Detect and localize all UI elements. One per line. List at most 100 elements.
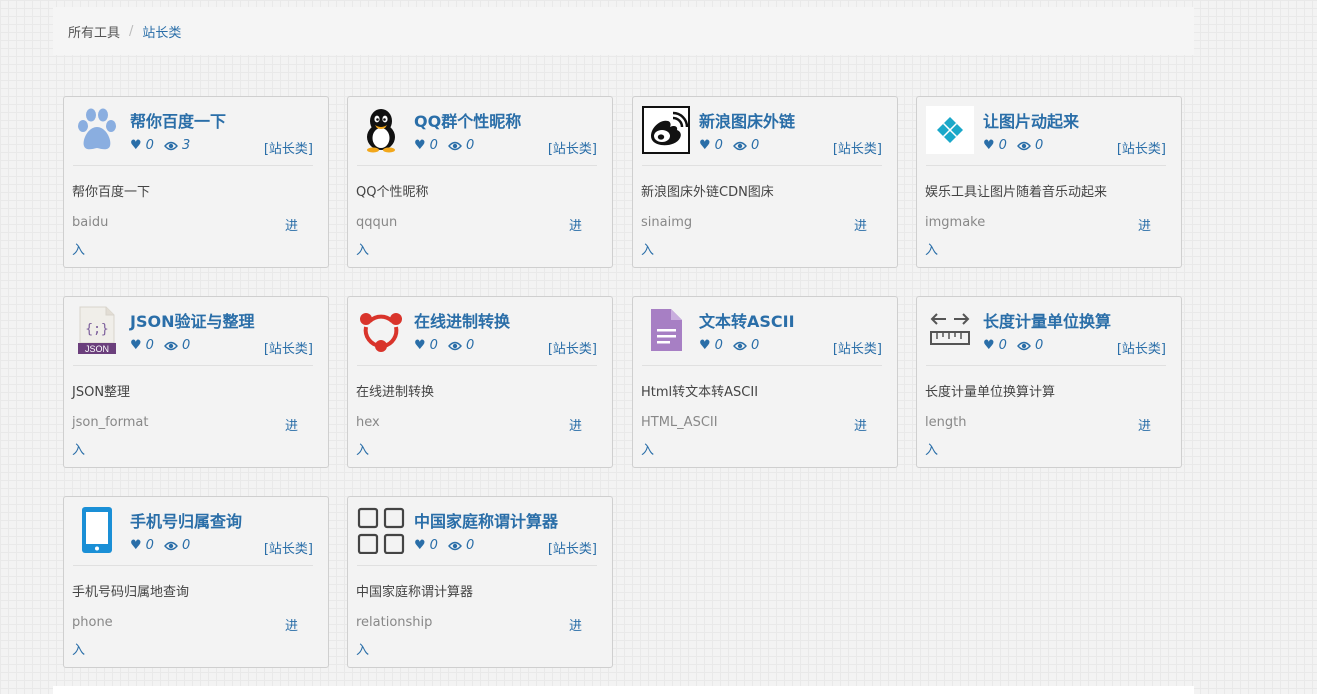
- tool-stats: ♥ 0 0: [130, 338, 190, 353]
- enter-button[interactable]: 进入: [72, 215, 298, 258]
- heart-icon: ♥: [983, 338, 995, 353]
- category-badge[interactable]: [站长类]: [548, 538, 597, 557]
- heart-icon: ♥: [699, 138, 711, 153]
- tool-stats: ♥ 0 0: [130, 538, 190, 553]
- like-count: 0: [145, 538, 154, 553]
- category-badge[interactable]: [站长类]: [548, 338, 597, 357]
- like-count: 0: [145, 338, 154, 353]
- tool-stats: ♥ 0 0: [414, 138, 474, 153]
- enter-label-2: 入: [925, 443, 939, 458]
- view-count: 0: [1034, 338, 1044, 353]
- tool-card-json-format: {;} JSON JSON验证与整理 ♥ 0 0 [站长类] JSON整理 js…: [63, 296, 329, 468]
- view-count: 0: [465, 538, 475, 553]
- mobile-phone-icon[interactable]: [73, 506, 121, 554]
- enter-button[interactable]: 进入: [356, 615, 582, 658]
- diamond-icon[interactable]: [926, 106, 974, 154]
- heart-icon: ♥: [699, 338, 711, 353]
- json-label: JSON: [85, 344, 109, 354]
- like-count: 0: [714, 338, 723, 353]
- heart-icon: ♥: [414, 338, 426, 353]
- divider: [642, 165, 882, 166]
- tool-card-relationship: 中国家庭称谓计算器 ♥ 0 0 [站长类] 中国家庭称谓计算器 relation…: [347, 496, 613, 668]
- weibo-icon[interactable]: [642, 106, 690, 154]
- enter-button[interactable]: 进入: [72, 615, 298, 658]
- category-badge[interactable]: [站长类]: [264, 338, 313, 357]
- divider: [73, 565, 313, 566]
- tool-description: JSON整理: [72, 385, 131, 400]
- tool-title[interactable]: 中国家庭称谓计算器: [414, 508, 558, 532]
- category-badge[interactable]: [站长类]: [833, 338, 882, 357]
- tool-title[interactable]: 文本转ASCII: [699, 308, 795, 332]
- view-count: 0: [750, 138, 760, 153]
- eye-icon: [733, 341, 747, 351]
- breadcrumb-all-tools[interactable]: 所有工具: [68, 22, 120, 41]
- heart-icon: ♥: [414, 138, 426, 153]
- enter-label-1: 进: [1138, 219, 1152, 234]
- tool-title[interactable]: 手机号归属查询: [130, 508, 242, 532]
- heart-icon: ♥: [983, 138, 995, 153]
- enter-button[interactable]: 进入: [641, 215, 868, 258]
- grid-squares-icon[interactable]: [357, 506, 405, 554]
- enter-label-2: 入: [72, 643, 86, 658]
- category-badge[interactable]: [站长类]: [1117, 338, 1166, 357]
- like-count: 0: [429, 338, 438, 353]
- tool-stats: ♥ 0 0: [414, 338, 474, 353]
- tool-description: 帮你百度一下: [72, 185, 151, 200]
- enter-button[interactable]: 进入: [356, 215, 583, 258]
- baidu-paw-icon[interactable]: [73, 106, 121, 154]
- enter-label-1: 进: [854, 219, 868, 234]
- json-file-icon[interactable]: {;} JSON: [73, 306, 121, 354]
- category-badge[interactable]: [站长类]: [264, 538, 313, 557]
- enter-label-1: 进: [569, 219, 583, 234]
- eye-icon: [1017, 341, 1031, 351]
- enter-button[interactable]: 进入: [641, 415, 868, 458]
- tool-title[interactable]: QQ群个性昵称: [414, 108, 521, 132]
- tool-card-length: 长度计量单位换算 ♥ 0 0 [站长类] 长度计量单位换算计算 length 进…: [916, 296, 1182, 468]
- category-badge[interactable]: [站长类]: [548, 138, 597, 157]
- qq-penguin-icon[interactable]: [357, 106, 405, 154]
- divider: [357, 565, 597, 566]
- enter-label-1: 进: [569, 419, 583, 434]
- enter-label-2: 入: [925, 243, 939, 258]
- like-count: 0: [998, 138, 1007, 153]
- tool-description: 手机号码归属地查询: [72, 585, 190, 600]
- ruler-icon[interactable]: [926, 306, 974, 354]
- enter-button[interactable]: 进入: [925, 415, 1151, 458]
- enter-button[interactable]: 进入: [356, 415, 583, 458]
- tool-card-hex: 在线进制转换 ♥ 0 0 [站长类] 在线进制转换 hex 进入: [347, 296, 613, 468]
- heart-icon: ♥: [130, 138, 142, 153]
- heart-icon: ♥: [130, 538, 142, 553]
- tool-stats: ♥ 0 0: [983, 338, 1043, 353]
- document-icon[interactable]: [642, 306, 690, 354]
- share-triangle-icon[interactable]: [357, 306, 405, 354]
- category-badge[interactable]: [站长类]: [264, 138, 313, 157]
- bottom-panel: [53, 686, 1194, 694]
- tool-title[interactable]: 在线进制转换: [414, 308, 510, 332]
- enter-button[interactable]: 进入: [72, 415, 298, 458]
- tool-stats: ♥ 0 0: [414, 538, 474, 553]
- view-count: 0: [465, 338, 475, 353]
- tool-title[interactable]: JSON验证与整理: [130, 308, 254, 332]
- eye-icon: [1017, 141, 1031, 151]
- category-badge[interactable]: [站长类]: [1117, 138, 1166, 157]
- eye-icon: [448, 341, 462, 351]
- enter-label-1: 进: [854, 419, 868, 434]
- tool-title[interactable]: 新浪图床外链: [699, 108, 795, 132]
- enter-button[interactable]: 进入: [925, 215, 1152, 258]
- view-count: 0: [750, 338, 760, 353]
- like-count: 0: [145, 138, 154, 153]
- enter-label-2: 入: [72, 443, 86, 458]
- tool-title[interactable]: 帮你百度一下: [130, 108, 226, 132]
- view-count: 0: [181, 338, 191, 353]
- eye-icon: [164, 341, 178, 351]
- divider: [926, 365, 1166, 366]
- tool-title[interactable]: 长度计量单位换算: [983, 308, 1111, 332]
- divider: [357, 165, 597, 166]
- category-badge[interactable]: [站长类]: [833, 138, 882, 157]
- tool-stats: ♥ 0 0: [699, 138, 759, 153]
- tool-description: QQ个性昵称: [356, 185, 429, 200]
- eye-icon: [733, 141, 747, 151]
- divider: [73, 165, 313, 166]
- enter-label-2: 入: [356, 643, 370, 658]
- tool-title[interactable]: 让图片动起来: [983, 108, 1079, 132]
